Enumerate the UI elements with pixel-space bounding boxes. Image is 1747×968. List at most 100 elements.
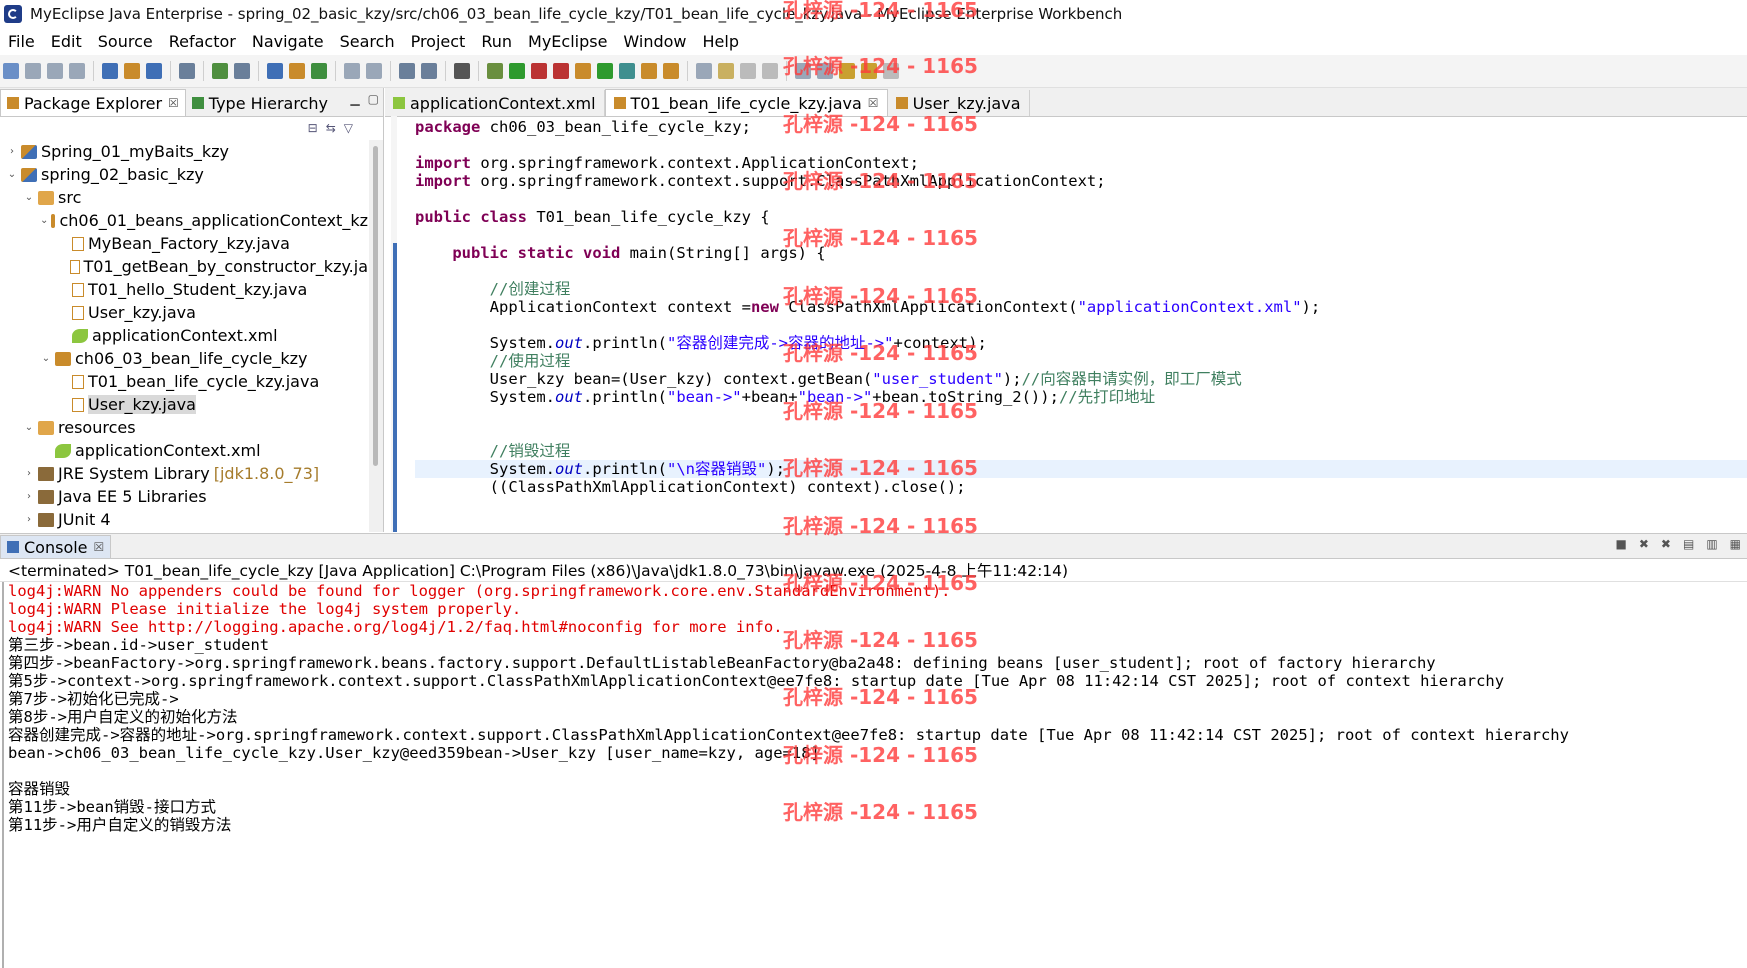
- menu-window[interactable]: Window: [615, 32, 694, 51]
- expand-toggle-icon[interactable]: ⌄: [6, 169, 18, 180]
- remove-all-icon[interactable]: ✖: [1661, 537, 1671, 551]
- tree-item[interactable]: ⌄ ch06_01_beans_applicationContext_kz: [0, 209, 368, 232]
- menu-run[interactable]: Run: [473, 32, 520, 51]
- code-area[interactable]: package ch06_03_bean_life_cycle_kzy; impo…: [415, 118, 1747, 532]
- toolbar-button-icon[interactable]: [487, 63, 503, 79]
- toolbar-button-icon[interactable]: [344, 63, 360, 79]
- maximize-icon[interactable]: ▢: [368, 92, 379, 106]
- tree-item[interactable]: › JRE System Library [jdk1.8.0_73]: [0, 462, 368, 485]
- toolbar-button-icon[interactable]: [3, 63, 19, 79]
- pin-console-icon[interactable]: ▦: [1730, 537, 1741, 551]
- toolbar-button-icon[interactable]: [740, 63, 756, 79]
- toolbar-button-icon[interactable]: [696, 63, 712, 79]
- toolbar-button-icon[interactable]: [179, 63, 195, 79]
- toolbar-button-icon[interactable]: [69, 63, 85, 79]
- toolbar-button-icon[interactable]: [641, 63, 657, 79]
- remove-launch-icon[interactable]: ✖: [1639, 537, 1649, 551]
- toolbar-button-icon[interactable]: [883, 63, 899, 79]
- toolbar-button-icon[interactable]: [25, 63, 41, 79]
- tree-item[interactable]: User_kzy.java: [0, 393, 368, 416]
- toolbar-button-icon[interactable]: [146, 63, 162, 79]
- menu-myeclipse[interactable]: MyEclipse: [520, 32, 615, 51]
- toolbar-button-icon[interactable]: [102, 63, 118, 79]
- toolbar-button-icon[interactable]: [795, 63, 811, 79]
- view-menu-icon[interactable]: ▽: [344, 121, 353, 135]
- link-editor-icon[interactable]: ⇆: [326, 121, 336, 135]
- clear-console-icon[interactable]: ▤: [1683, 537, 1694, 551]
- tree-item[interactable]: ⌄ spring_02_basic_kzy: [0, 163, 368, 186]
- expand-toggle-icon[interactable]: ⌄: [40, 215, 48, 226]
- close-icon[interactable]: ☒: [868, 96, 879, 110]
- expand-toggle-icon[interactable]: ⌄: [40, 353, 52, 364]
- tree-item[interactable]: applicationContext.xml: [0, 439, 368, 462]
- tree-item[interactable]: › Spring_01_myBaits_kzy: [0, 140, 368, 163]
- tree-item[interactable]: User_kzy.java: [0, 301, 368, 324]
- toolbar-button-icon[interactable]: [575, 63, 591, 79]
- tree-item[interactable]: › JUnit 4: [0, 508, 368, 531]
- tree-item[interactable]: T01_getBean_by_constructor_kzy.ja: [0, 255, 368, 278]
- expand-toggle-icon[interactable]: ⌄: [23, 422, 35, 433]
- toolbar-button-icon[interactable]: [509, 63, 525, 79]
- console-output[interactable]: log4j:WARN No appenders could be found f…: [8, 582, 1747, 968]
- expand-toggle-icon[interactable]: ›: [23, 468, 35, 479]
- scroll-lock-icon[interactable]: ▥: [1706, 537, 1717, 551]
- expand-toggle-icon[interactable]: ⌄: [23, 192, 35, 203]
- editor-tab[interactable]: User_kzy.java: [888, 90, 1030, 116]
- tab-type-hierarchy[interactable]: Type Hierarchy: [186, 90, 334, 116]
- tree-item[interactable]: › Java EE 5 Libraries: [0, 485, 368, 508]
- tree-item[interactable]: ⌄ resources: [0, 416, 368, 439]
- menu-project[interactable]: Project: [403, 32, 474, 51]
- editor-tab[interactable]: applicationContext.xml: [385, 90, 605, 116]
- expand-toggle-icon[interactable]: ›: [6, 146, 18, 157]
- close-icon[interactable]: ☒: [168, 96, 179, 110]
- menu-file[interactable]: File: [0, 32, 43, 51]
- toolbar-button-icon[interactable]: [531, 63, 547, 79]
- toolbar-button-icon[interactable]: [553, 63, 569, 79]
- tab-console[interactable]: Console ☒: [0, 535, 112, 558]
- scrollbar-thumb[interactable]: [373, 146, 378, 466]
- toolbar-button-icon[interactable]: [267, 63, 283, 79]
- toolbar-button-icon[interactable]: [47, 63, 63, 79]
- menu-refactor[interactable]: Refactor: [161, 32, 244, 51]
- tree-item[interactable]: ⌄ src: [0, 186, 368, 209]
- toolbar-button-icon[interactable]: [212, 63, 228, 79]
- toolbar-button-icon[interactable]: [597, 63, 613, 79]
- close-icon[interactable]: ☒: [94, 540, 105, 554]
- toolbar-button-icon[interactable]: [366, 63, 382, 79]
- toolbar-button-icon[interactable]: [421, 63, 437, 79]
- tree-item[interactable]: T01_bean_life_cycle_kzy.java: [0, 370, 368, 393]
- expand-toggle-icon[interactable]: ›: [23, 514, 35, 525]
- toolbar-button-icon[interactable]: [861, 63, 877, 79]
- menu-help[interactable]: Help: [695, 32, 747, 51]
- terminate-icon[interactable]: ■: [1616, 537, 1627, 551]
- tree-item[interactable]: applicationContext.xml: [0, 324, 368, 347]
- toolbar-button-icon[interactable]: [124, 63, 140, 79]
- toolbar-button-icon[interactable]: [718, 63, 734, 79]
- toolbar-button-icon[interactable]: [399, 63, 415, 79]
- menu-search[interactable]: Search: [332, 32, 403, 51]
- menu-source[interactable]: Source: [90, 32, 161, 51]
- toolbar-button-icon[interactable]: [289, 63, 305, 79]
- menu-edit[interactable]: Edit: [43, 32, 90, 51]
- menu-navigate[interactable]: Navigate: [244, 32, 332, 51]
- code-token: //使用过程: [489, 352, 571, 370]
- toolbar-button-icon[interactable]: [234, 63, 250, 79]
- tree-item[interactable]: T01_hello_Student_kzy.java: [0, 278, 368, 301]
- expand-toggle-icon[interactable]: ›: [23, 491, 35, 502]
- toolbar-button-icon[interactable]: [311, 63, 327, 79]
- tree-item[interactable]: ⌄ ch06_03_bean_life_cycle_kzy: [0, 347, 368, 370]
- toolbar-button-icon[interactable]: [454, 63, 470, 79]
- toolbar-button-icon[interactable]: [762, 63, 778, 79]
- toolbar-button-icon[interactable]: [619, 63, 635, 79]
- minimize-icon[interactable]: ▁: [350, 92, 359, 106]
- toolbar-button-icon[interactable]: [817, 63, 833, 79]
- toolbar-button-icon[interactable]: [839, 63, 855, 79]
- tree-scrollbar[interactable]: [369, 140, 383, 532]
- collapse-all-icon[interactable]: ⊟: [308, 121, 318, 135]
- editor-tab[interactable]: T01_bean_life_cycle_kzy.java ☒: [604, 89, 888, 116]
- tree-item[interactable]: MyBean_Factory_kzy.java: [0, 232, 368, 255]
- toolbar-button-icon[interactable]: [663, 63, 679, 79]
- tab-package-explorer[interactable]: Package Explorer ☒: [0, 89, 186, 116]
